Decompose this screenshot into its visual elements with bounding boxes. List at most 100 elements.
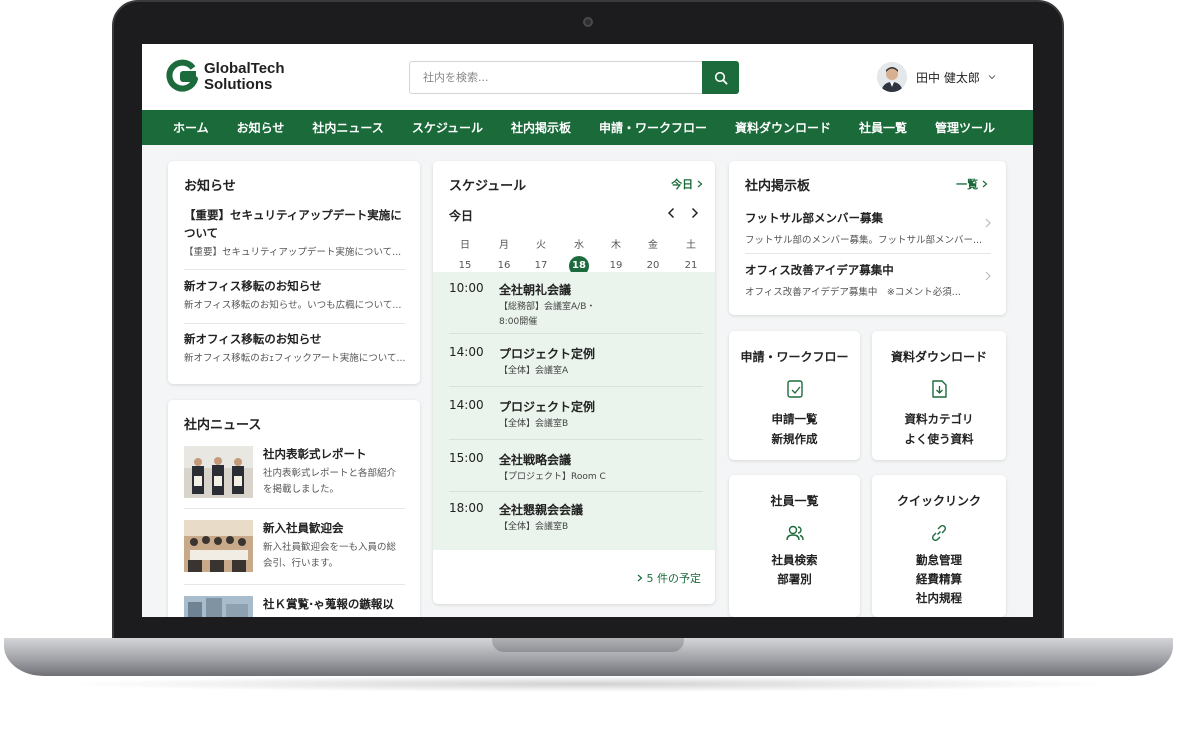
logo-g-icon bbox=[166, 59, 198, 92]
divider bbox=[745, 253, 991, 254]
laptop-shadow bbox=[60, 676, 1117, 692]
board-list-link[interactable]: 一覧 bbox=[956, 176, 988, 192]
quicklinks-title: クイックリンク bbox=[896, 494, 981, 508]
award-photo-icon bbox=[184, 446, 253, 498]
chevron-right-icon[interactable] bbox=[984, 218, 992, 228]
search-button[interactable] bbox=[702, 61, 739, 94]
laptop-notch bbox=[492, 638, 684, 652]
chevron-right-icon[interactable] bbox=[690, 207, 699, 219]
event-name: 全社懇親会会議 bbox=[499, 503, 584, 517]
news-item[interactable]: 新入社員歓迎会 新入社員歓迎会を一も入員の総会引、行います。 bbox=[184, 520, 405, 574]
weekday-sat: 土 bbox=[686, 240, 696, 251]
downloads-link-frequent[interactable]: よく使う資料 bbox=[872, 431, 1006, 447]
nav-admin[interactable]: 管理ツール bbox=[921, 119, 1009, 136]
weekday-sun: 日 bbox=[460, 240, 470, 251]
nav-workflow[interactable]: 申請・ワークフロー bbox=[585, 119, 721, 136]
divider bbox=[184, 269, 405, 270]
notice-item[interactable]: 新オフィス移転のお知らせ 新オフィス移転のお知らせ。いつも広楓について... bbox=[184, 277, 405, 311]
nav-board[interactable]: 社内掲示板 bbox=[497, 119, 585, 136]
nav-notices[interactable]: お知らせ bbox=[223, 119, 299, 136]
nav-downloads[interactable]: 資料ダウンロード bbox=[721, 119, 845, 136]
board-item-title: オフィス改善アイデア募集中 bbox=[745, 263, 894, 277]
avatar bbox=[877, 62, 907, 92]
download-icon bbox=[932, 380, 947, 398]
nav-news[interactable]: 社内ニュース bbox=[298, 119, 397, 136]
workflow-link-new[interactable]: 新規作成 bbox=[729, 431, 860, 447]
notice-title: 新オフィス移転のお知らせ bbox=[184, 279, 322, 293]
news-card: 社内ニュース 社内表彰式レポート 社内表彰式レポートと各部紹介を掲載しました。 … bbox=[168, 400, 420, 617]
quicklink-attendance[interactable]: 勤怠管理 bbox=[872, 552, 1006, 568]
company-logo[interactable]: GlobalTech Solutions bbox=[166, 59, 285, 95]
divider bbox=[449, 491, 703, 492]
more-events-link[interactable]: 5 件の予定 bbox=[637, 570, 701, 586]
event-name: プロジェクト定例 bbox=[499, 400, 596, 414]
search-box bbox=[409, 61, 739, 94]
news-item[interactable]: 社Ｋ賞覧·ゃ蒐報の鏃報以 bbox=[184, 596, 405, 617]
notice-title: 新オフィス移転のお知らせ bbox=[184, 332, 322, 346]
top-bar: GlobalTech Solutions 社内を検索... 田中 健太郎 bbox=[142, 44, 1033, 110]
user-name: 田中 健太郎 bbox=[916, 70, 980, 85]
employees-link-dept[interactable]: 部署別 bbox=[729, 571, 860, 587]
event-location: 【総務部】会議室A/B・8:00開催 bbox=[499, 302, 596, 327]
employees-tile[interactable]: 社員一覧 社員検索 部署別 bbox=[729, 475, 860, 617]
workflow-link-list[interactable]: 申請一覧 bbox=[729, 411, 860, 427]
news-thumbnail bbox=[184, 520, 253, 572]
notices-title: お知らせ bbox=[184, 179, 236, 194]
downloads-link-categories[interactable]: 資料カテゴリ bbox=[872, 411, 1006, 427]
chevron-right-icon[interactable] bbox=[984, 271, 992, 281]
logo-line-1: GlobalTech bbox=[204, 60, 285, 77]
workflow-tile[interactable]: 申請・ワークフロー 申請一覧 新規作成 bbox=[729, 331, 860, 460]
schedule-title: スケジュール bbox=[449, 179, 527, 194]
board-item[interactable]: フットサル部メンバー募集 フットサル部のメンバー募集。フットサル部メンバー... bbox=[745, 210, 991, 246]
news-item-title: 社内表彰式レポート bbox=[263, 447, 367, 461]
weekday-wed: 水 bbox=[574, 240, 584, 251]
portal-screen: GlobalTech Solutions 社内を検索... 田中 健太郎 ホーム… bbox=[142, 44, 1033, 617]
event-time: 10:00 bbox=[449, 281, 484, 295]
weekday-tue: 火 bbox=[536, 240, 546, 251]
board-item-title: フットサル部メンバー募集 bbox=[745, 211, 883, 225]
event-list: 10:00 全社朝礼会議 【総務部】会議室A/B・8:00開催 14:00 プロ… bbox=[433, 272, 715, 550]
user-menu[interactable]: 田中 健太郎 bbox=[877, 62, 996, 92]
calendar-label: 今日 bbox=[449, 209, 474, 223]
news-thumbnail bbox=[184, 596, 253, 617]
chevron-left-icon[interactable] bbox=[667, 207, 676, 219]
today-link[interactable]: 今日 bbox=[671, 176, 703, 192]
news-item-title: 新入社員歓迎会 bbox=[263, 521, 344, 535]
notice-item[interactable]: 【重要】セキュリティアップデート実施について 【重要】セキュリティアップデート実… bbox=[184, 206, 405, 258]
notices-card: お知らせ 【重要】セキュリティアップデート実施について 【重要】セキュリティアッ… bbox=[168, 161, 420, 384]
main-nav: ホーム お知らせ 社内ニュース スケジュール 社内掲示板 申請・ワークフロー 資… bbox=[142, 110, 1033, 145]
quicklink-expenses[interactable]: 経費精算 bbox=[872, 571, 1006, 587]
quicklink-regulations[interactable]: 社内規程 bbox=[872, 590, 1006, 606]
board-card: 社内掲示板 一覧 フットサル部メンバー募集 フットサル部のメンバー募集。フットサ… bbox=[729, 161, 1006, 315]
event-time: 15:00 bbox=[449, 451, 484, 465]
employees-link-search[interactable]: 社員検索 bbox=[729, 552, 860, 568]
search-input[interactable] bbox=[410, 62, 702, 93]
divider bbox=[449, 439, 703, 440]
chevron-right-icon bbox=[982, 180, 988, 188]
board-list-label: 一覧 bbox=[956, 178, 979, 191]
board-item-summary: オフィス改善アイデデア募集中 ※コメント必須... bbox=[745, 287, 961, 298]
weekday-mon: 月 bbox=[499, 240, 509, 251]
logo-text: GlobalTech Solutions bbox=[204, 61, 285, 93]
downloads-tile[interactable]: 資料ダウンロード 資料カテゴリ よく使う資料 bbox=[872, 331, 1006, 460]
news-item-desc: 新入社員歓迎会を一も入員の総会引、行います。 bbox=[263, 542, 397, 569]
divider bbox=[184, 508, 405, 509]
nav-home[interactable]: ホーム bbox=[142, 119, 223, 136]
more-events-label: 5 件の予定 bbox=[646, 572, 702, 585]
weekday-fri: 金 bbox=[648, 240, 658, 251]
notice-title: 【重要】セキュリティアップデート実施について bbox=[184, 208, 402, 240]
news-item[interactable]: 社内表彰式レポート 社内表彰式レポートと各部紹介を掲載しました。 bbox=[184, 446, 405, 500]
chevron-right-icon bbox=[697, 180, 703, 188]
tablet-icon bbox=[786, 380, 803, 398]
event-location: 【プロジェクト】Room C bbox=[499, 472, 606, 482]
calendar-nav bbox=[667, 207, 699, 219]
notice-item[interactable]: 新オフィス移転のお知らせ 新オフィス移転のおｪフィックアート実施について... bbox=[184, 330, 405, 364]
nav-employees[interactable]: 社員一覧 bbox=[845, 119, 921, 136]
event-name: 全社朝礼会議 bbox=[499, 283, 572, 297]
board-item[interactable]: オフィス改善アイデア募集中 オフィス改善アイデデア募集中 ※コメント必須... bbox=[745, 262, 991, 298]
notice-summary: 【重要】セキュリティアップデート実施について... bbox=[184, 247, 402, 258]
divider bbox=[184, 323, 405, 324]
today-link-label: 今日 bbox=[671, 178, 694, 191]
nav-schedule[interactable]: スケジュール bbox=[398, 119, 497, 136]
event-time: 18:00 bbox=[449, 501, 484, 515]
